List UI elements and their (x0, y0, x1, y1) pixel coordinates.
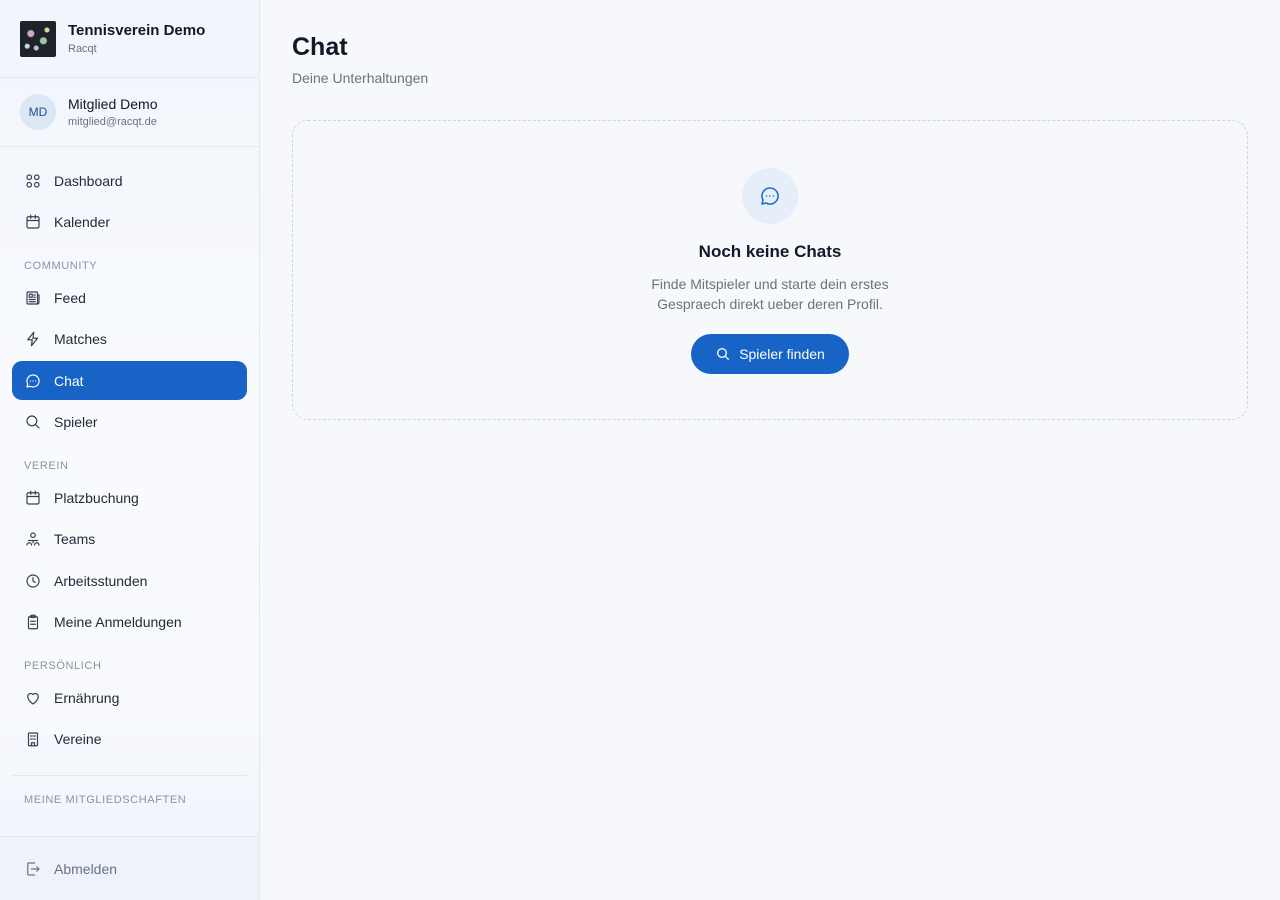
org-name: Tennisverein Demo (68, 22, 206, 39)
calendar-icon (24, 489, 42, 507)
main-content: Chat Deine Unterhaltungen Noch keine Cha… (260, 0, 1280, 900)
chat-bubble-icon (24, 372, 42, 390)
sidebar-item-label: Chat (54, 372, 84, 389)
find-players-button[interactable]: Spieler finden (691, 334, 849, 374)
logout-button[interactable]: Abmelden (0, 836, 259, 900)
sidebar-item-label: Arbeitsstunden (54, 572, 148, 589)
section-verein: VEREIN (24, 460, 69, 472)
sidebar-item-label: Kalender (54, 214, 111, 230)
dashboard-icon (24, 172, 42, 190)
sidebar-item-label: Feed (54, 289, 86, 306)
avatar: MD (20, 94, 56, 130)
find-players-label: Spieler finden (739, 346, 825, 362)
sidebar-item-ernaehrung[interactable]: Ernährung (12, 678, 247, 717)
lightning-icon (24, 330, 42, 348)
page-subtitle: Deine Unterhaltungen (292, 70, 429, 86)
heart-icon (24, 689, 42, 707)
clipboard-icon (24, 613, 42, 631)
logout-icon (27, 861, 40, 876)
page-title: Chat (292, 33, 348, 61)
sidebar-item-meine-anmeldungen[interactable]: Meine Anmeldungen (12, 603, 247, 642)
clock-icon (24, 572, 42, 590)
sidebar-item-vereine[interactable]: Vereine (12, 720, 247, 759)
sidebar-item-teams[interactable]: Teams (12, 520, 247, 559)
sidebar-item-label: Platzbuchung (54, 489, 139, 506)
sidebar-item-matches[interactable]: Matches (12, 320, 247, 359)
sidebar-item-spieler[interactable]: Spieler (12, 403, 247, 442)
empty-state-title: Noch keine Chats (698, 242, 842, 261)
sidebar-item-arbeitsstunden[interactable]: Arbeitsstunden (12, 561, 247, 600)
user-name: Mitglied Demo (68, 96, 158, 112)
user-profile[interactable]: MD Mitglied Demo mitglied@racqt.de (0, 78, 259, 147)
sidebar-item-chat[interactable]: Chat (12, 361, 247, 400)
team-icon (24, 530, 42, 548)
search-icon (717, 348, 730, 360)
sidebar-item-label: Dashboard (54, 172, 123, 189)
sidebar-item-label: Meine Anmeldungen (54, 614, 182, 630)
building-icon (24, 730, 42, 748)
empty-state-card: Noch keine Chats Finde Mitspieler und st… (292, 120, 1248, 420)
sidebar-item-dashboard[interactable]: Dashboard (12, 161, 247, 200)
sidebar-item-label: Vereine (54, 731, 102, 747)
chat-bubble-icon (742, 168, 798, 224)
newspaper-icon (24, 289, 42, 307)
sidebar-item-platzbuchung[interactable]: Platzbuchung (12, 478, 247, 517)
empty-state-description: Finde Mitspieler und starte dein erstes … (651, 276, 889, 312)
org-header[interactable]: Tennisverein Demo Racqt (0, 0, 259, 78)
sidebar: Tennisverein Demo Racqt MD Mitglied Demo… (0, 0, 260, 900)
search-icon (24, 413, 42, 431)
sidebar-item-kalender[interactable]: Kalender (12, 203, 247, 242)
sidebar-item-feed[interactable]: Feed (12, 278, 247, 317)
sidebar-item-label: Spieler (54, 414, 98, 430)
sidebar-item-label: Teams (54, 531, 96, 547)
section-persoenlich: PERSÖNLICH (24, 660, 102, 672)
sidebar-nav: Dashboard Kalender COMMUNITY Feed Matche… (0, 147, 259, 806)
section-mitgliedschaften: MEINE MITGLIEDSCHAFTEN (24, 793, 187, 806)
sidebar-item-label: Ernährung (54, 689, 120, 706)
user-email: mitglied@racqt.de (68, 116, 157, 128)
logout-label: Abmelden (54, 860, 118, 877)
section-community: COMMUNITY (24, 260, 98, 272)
calendar-icon (24, 213, 42, 231)
org-logo (20, 20, 56, 57)
org-sub: Racqt (68, 43, 97, 55)
sidebar-item-label: Matches (54, 331, 107, 347)
